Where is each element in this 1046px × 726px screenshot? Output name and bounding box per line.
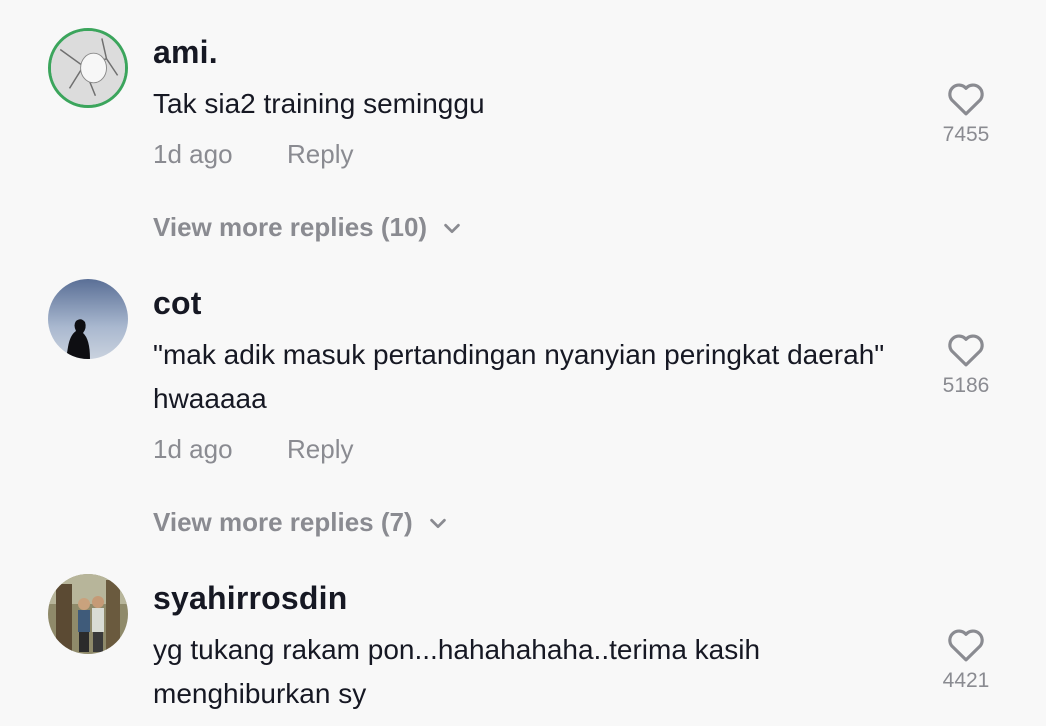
comment-meta: 1d ago Reply	[153, 434, 353, 465]
comment-text: yg tukang rakam pon...hahahahaha..terima…	[153, 634, 761, 709]
comment-item: cot "mak adik masuk pertandingan nyanyia…	[0, 251, 1046, 546]
like-group: 7455	[930, 79, 1002, 147]
heart-outline-icon[interactable]	[946, 625, 986, 663]
chevron-down-icon	[444, 223, 460, 233]
like-count: 4421	[942, 669, 990, 692]
chevron-down-icon	[429, 518, 446, 528]
avatar[interactable]	[48, 574, 128, 654]
like-count: 7455	[942, 123, 990, 146]
avatar-image	[48, 574, 128, 654]
reply-button[interactable]: Reply	[287, 434, 353, 464]
view-more-replies-button[interactable]: View more replies (10)	[153, 212, 463, 243]
avatar[interactable]	[48, 28, 128, 108]
comment-item: ami. Tak sia2 training seminggu 1d ago Re…	[0, 0, 1046, 251]
view-more-label: View more replies (7)	[153, 507, 413, 537]
comment-item: syahirrosdin yg tukang rakam pon...hahah…	[0, 546, 1046, 726]
avatar-image	[48, 279, 128, 359]
comment-age: 1d ago	[153, 434, 233, 464]
comment-list: ami. Tak sia2 training seminggu 1d ago Re…	[0, 0, 1046, 726]
avatar-image	[51, 31, 125, 105]
comment-age: 1d ago	[153, 139, 233, 169]
comment-username[interactable]: syahirrosdin	[153, 580, 347, 617]
comment-meta: 1d ago Reply	[153, 139, 353, 170]
view-more-label: View more replies (10)	[153, 212, 428, 242]
comment-username[interactable]: ami.	[153, 34, 218, 71]
like-count: 5186	[942, 374, 990, 397]
like-group: 5186	[930, 330, 1002, 398]
view-more-replies-button[interactable]: View more replies (7)	[153, 507, 449, 538]
like-group: 4421	[930, 625, 1002, 693]
avatar[interactable]	[48, 279, 128, 359]
comment-text: "mak adik masuk pertandingan nyanyian pe…	[153, 339, 885, 414]
heart-outline-icon[interactable]	[946, 79, 986, 117]
comment-text: Tak sia2 training seminggu	[153, 88, 485, 119]
heart-outline-icon[interactable]	[946, 330, 986, 368]
reply-button[interactable]: Reply	[287, 139, 353, 169]
comment-username[interactable]: cot	[153, 285, 202, 322]
